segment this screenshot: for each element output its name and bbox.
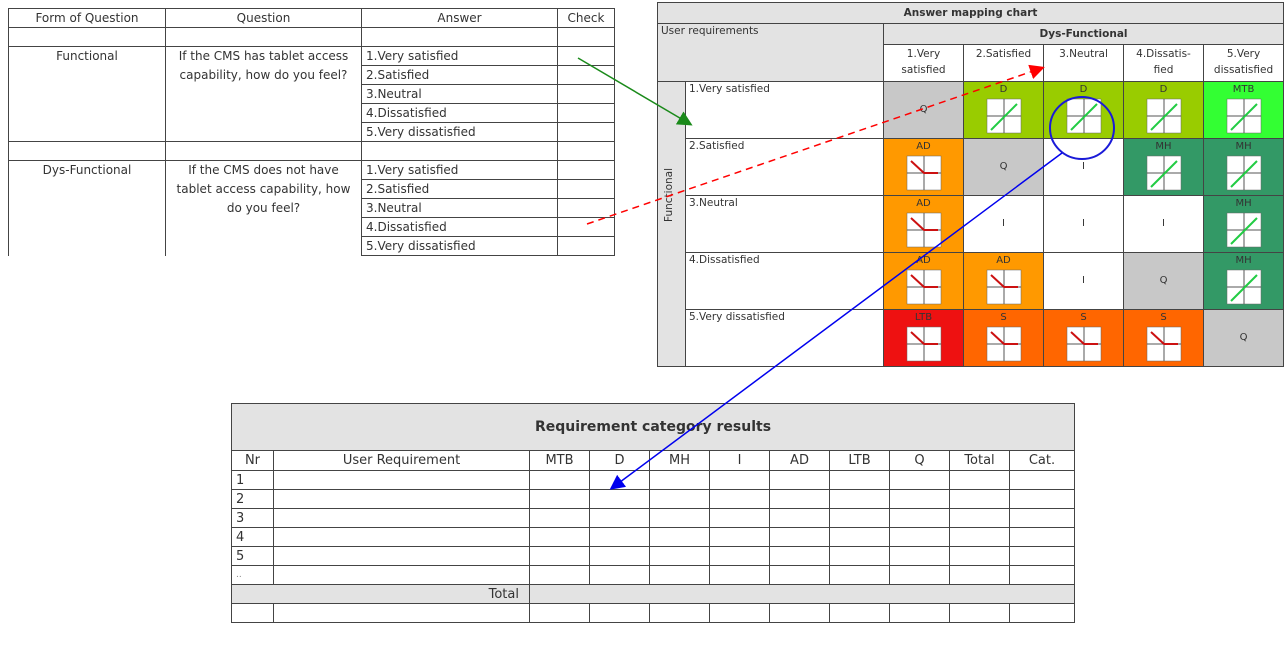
connector-overlay bbox=[577, 57, 1115, 490]
green-arrow bbox=[577, 57, 693, 126]
highlight-circle bbox=[1049, 96, 1115, 160]
red-dashed-arrow bbox=[586, 64, 1045, 225]
blue-arrow bbox=[609, 152, 1063, 490]
